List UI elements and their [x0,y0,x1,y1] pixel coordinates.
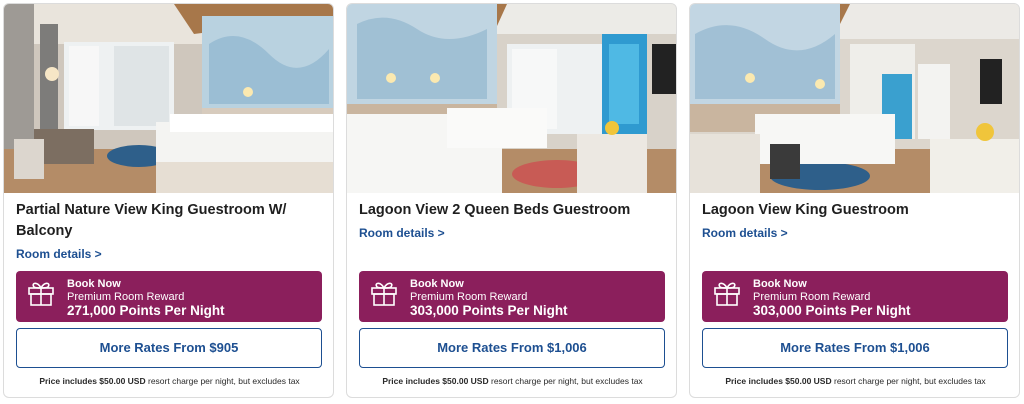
room-title: Lagoon View King Guestroom [702,202,909,218]
reward-points: 303,000 Points Per Night [753,303,911,318]
book-now-reward-button[interactable]: Book Now Premium Room Reward 271,000 Poi… [16,271,322,322]
book-now-reward-button[interactable]: Book Now Premium Room Reward 303,000 Poi… [359,271,665,322]
price-note-text: resort charge per night, but excludes ta… [491,376,643,386]
reward-type: Premium Room Reward [753,291,871,303]
gift-icon [370,279,398,312]
room-title: Partial Nature View King Guestroom W/ Ba… [16,202,287,239]
price-note-amount: Price includes $50.00 USD [725,376,832,386]
room-photo[interactable] [347,4,676,193]
gift-icon [713,279,741,312]
room-card: Lagoon View 2 Queen Beds Guestroom Room … [346,3,677,398]
price-note-amount: Price includes $50.00 USD [39,376,146,386]
more-rates-button[interactable]: More Rates From $905 [16,328,322,368]
reward-points: 271,000 Points Per Night [67,303,225,318]
price-note-text: resort charge per night, but excludes ta… [834,376,986,386]
reward-heading: Book Now [67,278,121,290]
price-note-amount: Price includes $50.00 USD [382,376,489,386]
reward-points: 303,000 Points Per Night [410,303,568,318]
gift-icon [27,279,55,312]
book-now-reward-button[interactable]: Book Now Premium Room Reward 303,000 Poi… [702,271,1008,322]
price-note-text: resort charge per night, but excludes ta… [148,376,300,386]
reward-type: Premium Room Reward [67,291,185,303]
room-photo[interactable] [690,4,1019,193]
reward-heading: Book Now [410,278,464,290]
price-note: Price includes $50.00 USD resort charge … [4,376,333,386]
reward-heading: Book Now [753,278,807,290]
room-details-link[interactable]: Room details > [16,247,102,261]
room-details-link[interactable]: Room details > [359,226,445,240]
price-note: Price includes $50.00 USD resort charge … [690,376,1019,386]
room-title: Lagoon View 2 Queen Beds Guestroom [359,202,631,218]
more-rates-button[interactable]: More Rates From $1,006 [702,328,1008,368]
room-card: Partial Nature View King Guestroom W/ Ba… [3,3,334,398]
room-photo[interactable] [4,4,333,193]
price-note: Price includes $50.00 USD resort charge … [347,376,676,386]
room-details-link[interactable]: Room details > [702,226,788,240]
reward-type: Premium Room Reward [410,291,528,303]
room-card: Lagoon View King Guestroom Room details … [689,3,1020,398]
more-rates-button[interactable]: More Rates From $1,006 [359,328,665,368]
